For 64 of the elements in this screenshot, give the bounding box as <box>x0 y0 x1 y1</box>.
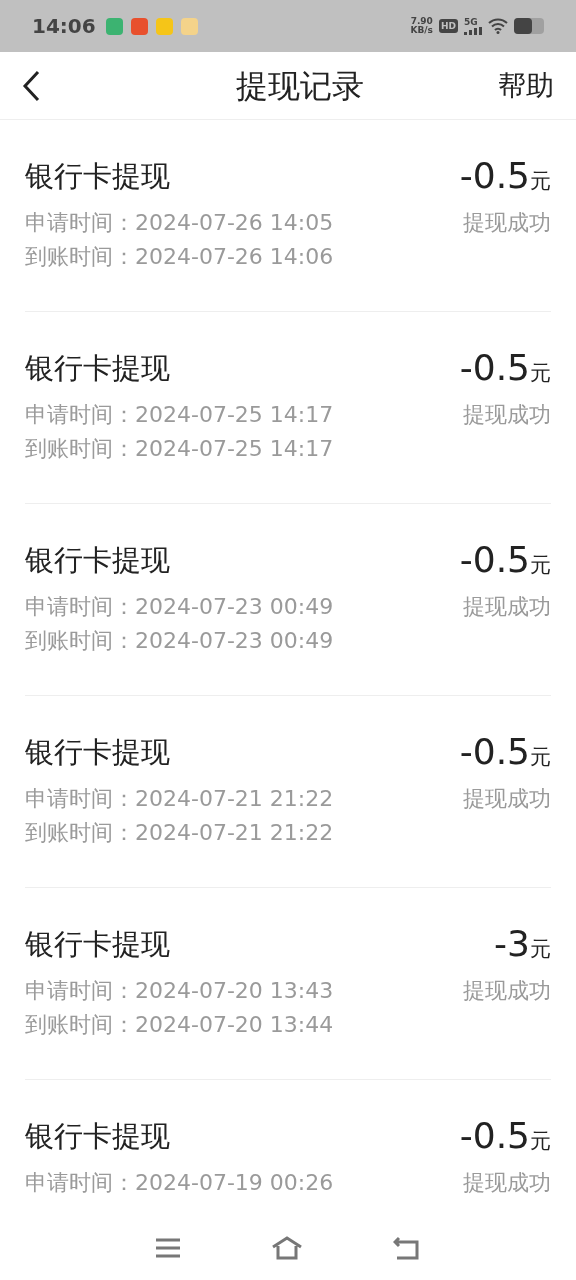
menu-icon[interactable] <box>155 1236 181 1259</box>
arrival-time: 2024-07-23 00:49 <box>135 627 334 655</box>
apply-time: 2024-07-26 14:05 <box>135 209 334 237</box>
amount-value: -0.5 <box>459 732 530 772</box>
amount-value: -0.5 <box>459 1116 530 1156</box>
arrival-time: 2024-07-21 21:22 <box>135 819 334 847</box>
clock-time: 14:06 <box>32 13 96 40</box>
arrival-time-label: 到账时间： <box>25 627 135 655</box>
record-title: 银行卡提现 <box>25 350 170 387</box>
apply-time-label: 申请时间： <box>25 593 135 621</box>
apply-time: 2024-07-25 14:17 <box>135 401 334 429</box>
currency-unit: 元 <box>530 168 551 195</box>
record-title: 银行卡提现 <box>25 1118 170 1155</box>
hd-badge: HD <box>439 19 458 33</box>
signal-icon <box>464 26 482 35</box>
amount-value: -0.5 <box>459 156 530 196</box>
currency-unit: 元 <box>530 1128 551 1155</box>
arrival-time: 2024-07-20 13:44 <box>135 1011 334 1039</box>
status-text: 提现成功 <box>463 1169 551 1197</box>
currency-unit: 元 <box>530 360 551 387</box>
currency-unit: 元 <box>530 744 551 771</box>
status-text: 提现成功 <box>463 785 551 813</box>
apply-time-label: 申请时间： <box>25 785 135 813</box>
amount-value: -0.5 <box>459 540 530 580</box>
app-icon <box>180 17 198 35</box>
arrival-time-label: 到账时间： <box>25 819 135 847</box>
record-title: 银行卡提现 <box>25 158 170 195</box>
network-type: 5G <box>464 17 478 27</box>
currency-unit: 元 <box>530 936 551 963</box>
currency-unit: 元 <box>530 552 551 579</box>
app-icon <box>105 17 123 35</box>
status-text: 提现成功 <box>463 401 551 429</box>
battery-icon <box>514 18 544 34</box>
back-nav-icon[interactable] <box>393 1235 421 1260</box>
status-text: 提现成功 <box>463 209 551 237</box>
app-icon <box>155 17 173 35</box>
apply-time-label: 申请时间： <box>25 209 135 237</box>
apply-time: 2024-07-21 21:22 <box>135 785 334 813</box>
speed-unit: KB/s <box>410 26 433 35</box>
apply-time-label: 申请时间： <box>25 1169 135 1197</box>
back-icon <box>22 69 40 102</box>
apply-time-label: 申请时间： <box>25 977 135 1005</box>
record-title: 银行卡提现 <box>25 542 170 579</box>
apply-time: 2024-07-23 00:49 <box>135 593 334 621</box>
network-speed: 7.90 <box>410 17 433 26</box>
record-title: 银行卡提现 <box>25 926 170 963</box>
arrival-time-label: 到账时间： <box>25 1011 135 1039</box>
apply-time: 2024-07-20 13:43 <box>135 977 334 1005</box>
app-icon <box>130 17 148 35</box>
record-title: 银行卡提现 <box>25 734 170 771</box>
home-icon[interactable] <box>271 1235 303 1260</box>
arrival-time-label: 到账时间： <box>25 243 135 271</box>
status-text: 提现成功 <box>463 977 551 1005</box>
page-title: 提现记录 <box>236 65 364 107</box>
status-text: 提现成功 <box>463 593 551 621</box>
arrival-time: 2024-07-25 14:17 <box>135 435 334 463</box>
arrival-time: 2024-07-26 14:06 <box>135 243 334 271</box>
wifi-icon <box>488 18 508 34</box>
help-link[interactable]: 帮助 <box>498 64 554 107</box>
apply-time: 2024-07-19 00:26 <box>135 1169 334 1197</box>
amount-value: -3 <box>494 924 530 964</box>
arrival-time-label: 到账时间： <box>25 435 135 463</box>
amount-value: -0.5 <box>459 348 530 388</box>
apply-time-label: 申请时间： <box>25 401 135 429</box>
